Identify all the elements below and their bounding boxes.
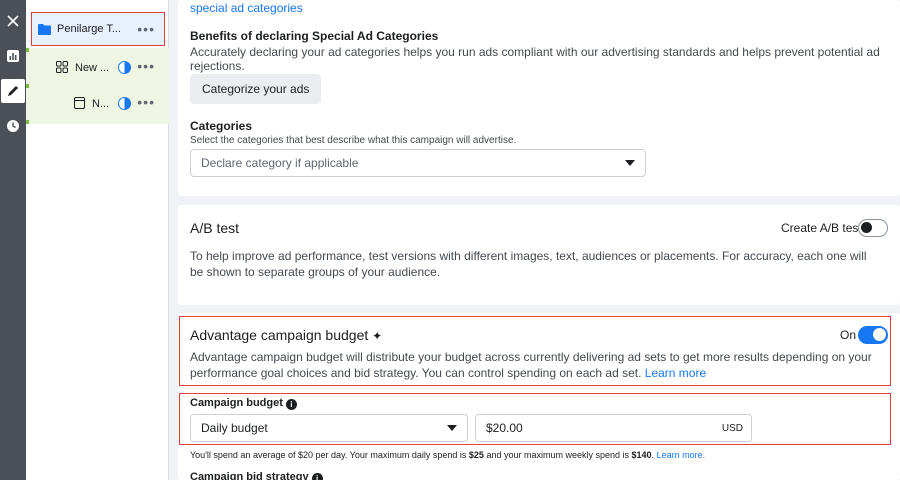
ab-test-title: A/B test bbox=[190, 220, 240, 236]
ad-page-icon bbox=[74, 97, 85, 109]
edit-button[interactable] bbox=[1, 79, 25, 103]
spend-note-end: . bbox=[651, 450, 655, 460]
highlight-advantage-budget bbox=[179, 316, 891, 386]
bid-strategy-title: Campaign bid strategy i bbox=[190, 471, 323, 480]
close-button[interactable] bbox=[1, 9, 25, 33]
bid-strategy-title-text: Campaign bid strategy bbox=[190, 471, 309, 480]
ab-test-toggle-label: Create A/B test bbox=[781, 221, 862, 235]
tree-item-ad[interactable]: N... ••• bbox=[26, 88, 169, 120]
tree-item-ad-set-label: New ... bbox=[75, 62, 110, 74]
folder-icon bbox=[38, 24, 51, 35]
status-half-circle-icon bbox=[118, 97, 131, 110]
spend-note-start: You'll spend an average of $20 per day. … bbox=[190, 450, 469, 460]
more-options-icon[interactable]: ••• bbox=[137, 59, 155, 73]
spend-note: You'll spend an average of $20 per day. … bbox=[190, 450, 705, 460]
clock-icon bbox=[7, 120, 19, 132]
benefits-title: Benefits of declaring Special Ad Categor… bbox=[190, 29, 439, 43]
status-half-circle-icon bbox=[118, 61, 131, 74]
highlight-campaign-budget bbox=[179, 393, 891, 445]
special-ad-categories-card: special ad categories Benefits of declar… bbox=[178, 0, 900, 196]
chevron-down-icon bbox=[625, 160, 635, 166]
category-select[interactable]: Declare category if applicable bbox=[190, 149, 646, 177]
tree-item-campaign[interactable]: Penilarge T... ••• bbox=[31, 12, 165, 46]
history-button[interactable] bbox=[1, 114, 25, 138]
categorize-ads-button[interactable]: Categorize your ads bbox=[190, 74, 322, 104]
campaign-tree: Penilarge T... ••• New ... ••• N... ••• bbox=[26, 0, 169, 480]
tree-item-ad-label: N... bbox=[92, 98, 110, 110]
more-options-icon[interactable]: ••• bbox=[137, 22, 155, 36]
max-weekly-spend: $140 bbox=[631, 450, 652, 460]
max-daily-spend: $25 bbox=[468, 450, 484, 460]
close-icon bbox=[7, 15, 19, 27]
main-panel: special ad categories Benefits of declar… bbox=[169, 0, 900, 480]
spend-learn-more-link[interactable]: Learn more. bbox=[657, 450, 706, 460]
grid-icon bbox=[56, 61, 68, 73]
chart-icon bbox=[7, 50, 19, 62]
pencil-icon bbox=[8, 86, 18, 96]
categories-title: Categories bbox=[190, 119, 253, 133]
tree-item-campaign-label: Penilarge T... bbox=[57, 23, 122, 35]
more-options-icon[interactable]: ••• bbox=[137, 95, 155, 109]
toggle-knob bbox=[861, 222, 872, 233]
reporting-button[interactable] bbox=[1, 44, 25, 68]
special-ad-categories-link[interactable]: special ad categories bbox=[190, 1, 303, 15]
spend-note-middle: and your maximum weekly spend is bbox=[483, 450, 632, 460]
left-rail bbox=[0, 0, 26, 480]
ab-test-toggle[interactable] bbox=[858, 219, 888, 237]
benefits-text: Accurately declaring your ad categories … bbox=[190, 45, 880, 73]
category-select-placeholder: Declare category if applicable bbox=[201, 156, 359, 170]
categories-help-text: Select the categories that best describe… bbox=[190, 135, 517, 146]
info-icon[interactable]: i bbox=[311, 473, 323, 480]
ab-test-card: A/B test Create A/B test To help improve… bbox=[178, 205, 900, 305]
ab-test-description: To help improve ad performance, test ver… bbox=[190, 249, 867, 279]
tree-item-ad-set[interactable]: New ... ••• bbox=[26, 52, 169, 84]
